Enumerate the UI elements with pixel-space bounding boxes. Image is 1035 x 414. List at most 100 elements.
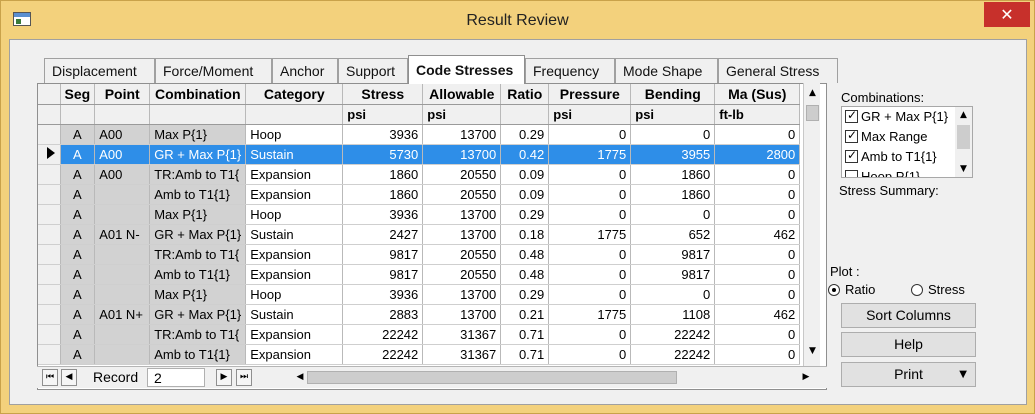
column-header-stress[interactable]: Stress <box>342 84 424 105</box>
cell-seg[interactable]: A <box>60 324 96 345</box>
column-header-ma-sus[interactable]: Ma (Sus) <box>714 84 801 105</box>
cell-pressure[interactable]: 0 <box>548 164 632 185</box>
cell-combination[interactable]: TR:Amb to T1{ <box>149 324 247 345</box>
cell-allowable[interactable]: 13700 <box>422 304 502 325</box>
close-button[interactable]: ✕ <box>984 2 1030 27</box>
table-row[interactable]: A Amb to T1{1} Expansion 22242 31367 0.71 0 222… <box>38 344 801 365</box>
cell-seg[interactable]: A <box>60 304 96 325</box>
column-header-ratio[interactable]: Ratio <box>500 84 550 105</box>
cell-ratio[interactable]: 0.71 <box>500 344 550 365</box>
cell-combination[interactable]: GR + Max P{1} <box>149 304 247 325</box>
chevron-up-icon[interactable]: ▲ <box>955 107 972 123</box>
cell-combination[interactable]: Amb to T1{1} <box>149 184 247 205</box>
cell-combination[interactable]: Amb to T1{1} <box>149 264 247 285</box>
cell-point[interactable]: A00 <box>94 144 151 165</box>
row-selector[interactable] <box>38 324 61 345</box>
combination-item[interactable]: Amb to T1{1} <box>845 148 937 167</box>
row-selector[interactable] <box>38 144 61 165</box>
cell-point[interactable]: A00 <box>94 164 151 185</box>
cell-bending[interactable]: 652 <box>630 224 716 245</box>
cell-stress[interactable]: 1860 <box>342 184 424 205</box>
table-row[interactable]: A A00 GR + Max P{1} Sustain 5730 13700 0.42 177… <box>38 144 801 165</box>
cell-ratio[interactable]: 0.29 <box>500 124 550 145</box>
cell-stress[interactable]: 9817 <box>342 244 424 265</box>
cell-seg[interactable]: A <box>60 344 96 365</box>
cell-stress[interactable]: 5730 <box>342 144 424 165</box>
cell-point[interactable] <box>94 244 151 265</box>
cell-allowable[interactable]: 20550 <box>422 164 502 185</box>
cell-point[interactable] <box>94 284 151 305</box>
cell-ma-sus[interactable]: 0 <box>714 324 801 345</box>
cell-point[interactable]: A01 N- <box>94 224 151 245</box>
cell-pressure[interactable]: 0 <box>548 204 632 225</box>
cell-seg[interactable]: A <box>60 164 96 185</box>
table-row[interactable]: A TR:Amb to T1{Expansion 22242 31367 0.71 0 22… <box>38 324 801 345</box>
cell-allowable[interactable]: 20550 <box>422 264 502 285</box>
cell-ma-sus[interactable]: 0 <box>714 204 801 225</box>
row-selector[interactable] <box>38 224 61 245</box>
grid-vertical-scrollbar[interactable]: ▲ ▼ <box>803 83 820 366</box>
combinations-scrollbar[interactable]: ▲ ▼ <box>955 107 972 177</box>
cell-combination[interactable]: TR:Amb to T1{ <box>149 244 247 265</box>
grid-horizontal-scrollbar[interactable]: ◀ ▶ <box>293 369 813 386</box>
cell-point[interactable] <box>94 204 151 225</box>
row-selector[interactable] <box>38 184 61 205</box>
cell-stress[interactable]: 1860 <box>342 164 424 185</box>
combinations-scroll-thumb[interactable] <box>957 125 970 149</box>
cell-point[interactable]: A00 <box>94 124 151 145</box>
cell-category[interactable]: Expansion <box>245 184 344 205</box>
cell-ma-sus[interactable]: 0 <box>714 344 801 365</box>
cell-stress[interactable]: 22242 <box>342 324 424 345</box>
cell-allowable[interactable]: 31367 <box>422 324 502 345</box>
combination-item[interactable]: Hoop P{1} <box>845 169 920 177</box>
cell-ratio[interactable]: 0.42 <box>500 144 550 165</box>
column-header-category[interactable]: Category <box>245 84 344 105</box>
cell-ma-sus[interactable]: 0 <box>714 264 801 285</box>
cell-seg[interactable]: A <box>60 264 96 285</box>
cell-ratio[interactable]: 0.71 <box>500 324 550 345</box>
row-selector[interactable] <box>38 204 61 225</box>
cell-bending[interactable]: 1860 <box>630 184 716 205</box>
cell-category[interactable]: Expansion <box>245 324 344 345</box>
column-header-point[interactable]: Point <box>94 84 151 105</box>
cell-ma-sus[interactable]: 0 <box>714 184 801 205</box>
combination-item[interactable]: Max Range <box>845 128 927 147</box>
cell-bending[interactable]: 0 <box>630 284 716 305</box>
horizontal-scroll-thumb[interactable] <box>307 371 677 384</box>
cell-allowable[interactable]: 20550 <box>422 184 502 205</box>
cell-seg[interactable]: A <box>60 204 96 225</box>
cell-category[interactable]: Sustain <box>245 144 344 165</box>
cell-ratio[interactable]: 0.09 <box>500 184 550 205</box>
tab-mode-shape[interactable]: Mode Shape <box>615 58 718 83</box>
print-button[interactable]: Print ▼ <box>841 362 976 387</box>
cell-seg[interactable]: A <box>60 224 96 245</box>
scroll-down-icon[interactable]: ▼ <box>804 343 821 360</box>
cell-ratio[interactable]: 0.29 <box>500 204 550 225</box>
next-record-button[interactable]: ▶ <box>216 369 232 386</box>
cell-ma-sus[interactable]: 0 <box>714 244 801 265</box>
cell-point[interactable] <box>94 264 151 285</box>
tab-code-stresses[interactable]: Code Stresses <box>408 55 525 84</box>
cell-allowable[interactable]: 20550 <box>422 244 502 265</box>
cell-allowable[interactable]: 13700 <box>422 224 502 245</box>
scroll-left-icon[interactable]: ◀ <box>293 369 307 386</box>
cell-ma-sus[interactable]: 462 <box>714 304 801 325</box>
cell-seg[interactable]: A <box>60 184 96 205</box>
plot-option-stress[interactable]: Stress <box>911 282 965 297</box>
checkbox-icon[interactable] <box>845 170 858 177</box>
cell-allowable[interactable]: 13700 <box>422 124 502 145</box>
cell-pressure[interactable]: 0 <box>548 324 632 345</box>
tab-anchor[interactable]: Anchor <box>272 58 338 83</box>
cell-bending[interactable]: 0 <box>630 204 716 225</box>
row-selector[interactable] <box>38 264 61 285</box>
cell-pressure[interactable]: 0 <box>548 184 632 205</box>
cell-point[interactable] <box>94 324 151 345</box>
cell-seg[interactable]: A <box>60 244 96 265</box>
chevron-down-icon[interactable]: ▼ <box>955 161 972 177</box>
cell-allowable[interactable]: 13700 <box>422 144 502 165</box>
table-row[interactable]: A TR:Amb to T1{Expansion 9817 20550 0.48 0 981… <box>38 244 801 265</box>
cell-pressure[interactable]: 0 <box>548 264 632 285</box>
cell-bending[interactable]: 1108 <box>630 304 716 325</box>
cell-category[interactable]: Expansion <box>245 264 344 285</box>
cell-bending[interactable]: 9817 <box>630 264 716 285</box>
